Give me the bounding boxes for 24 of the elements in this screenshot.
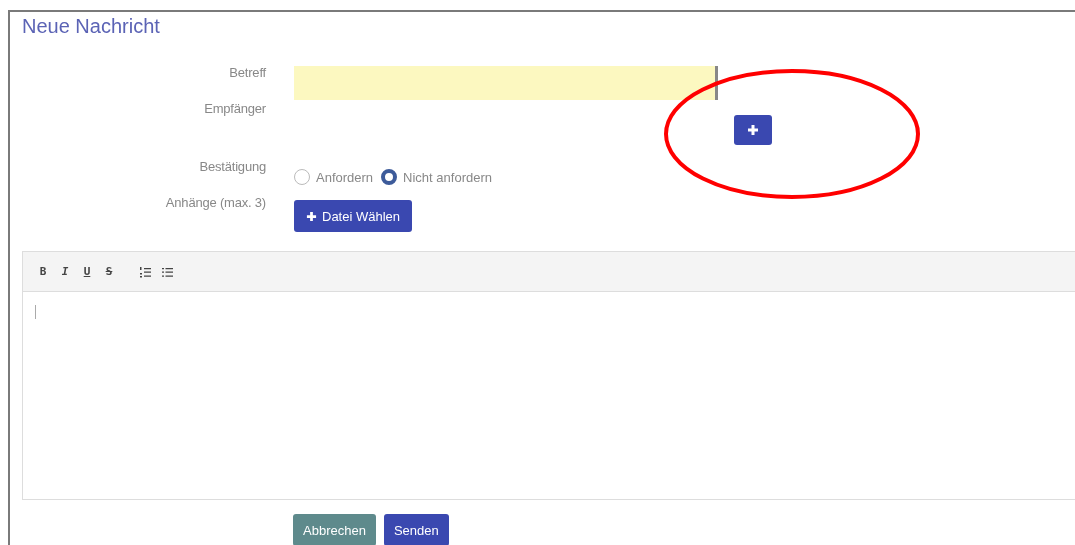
radio-button[interactable]	[381, 169, 398, 185]
choose-file-button[interactable]: Datei Wählen	[294, 200, 413, 232]
add-recipient-button[interactable]	[734, 115, 772, 145]
text-cursor	[35, 305, 36, 319]
send-button[interactable]: Senden	[383, 514, 449, 545]
subject-field[interactable]	[294, 66, 718, 100]
plus-icon	[306, 210, 317, 222]
cancel-button[interactable]: Abbrechen	[293, 514, 376, 545]
bullet-list-icon[interactable]	[161, 265, 173, 278]
italic-button[interactable]: I	[59, 265, 71, 278]
radio-button[interactable]	[294, 169, 310, 185]
underline-button[interactable]: U	[81, 265, 93, 278]
field-label: Anhänge (max. 3)	[165, 195, 266, 212]
plus-icon	[747, 124, 759, 136]
field-label: Bestätigung	[199, 159, 266, 176]
strike-button[interactable]: S	[103, 265, 115, 278]
field-label: Betreff	[229, 65, 266, 82]
radio-label: Anfordern	[316, 169, 374, 185]
form-title: Neue Nachricht	[22, 14, 160, 39]
radio-label: Nicht anfordern	[403, 169, 492, 185]
bold-button[interactable]: B	[37, 265, 49, 278]
field-label: Empfänger	[204, 101, 266, 118]
text-editor[interactable]: B I U S	[22, 251, 1075, 500]
numbered-list-icon[interactable]	[139, 265, 151, 278]
